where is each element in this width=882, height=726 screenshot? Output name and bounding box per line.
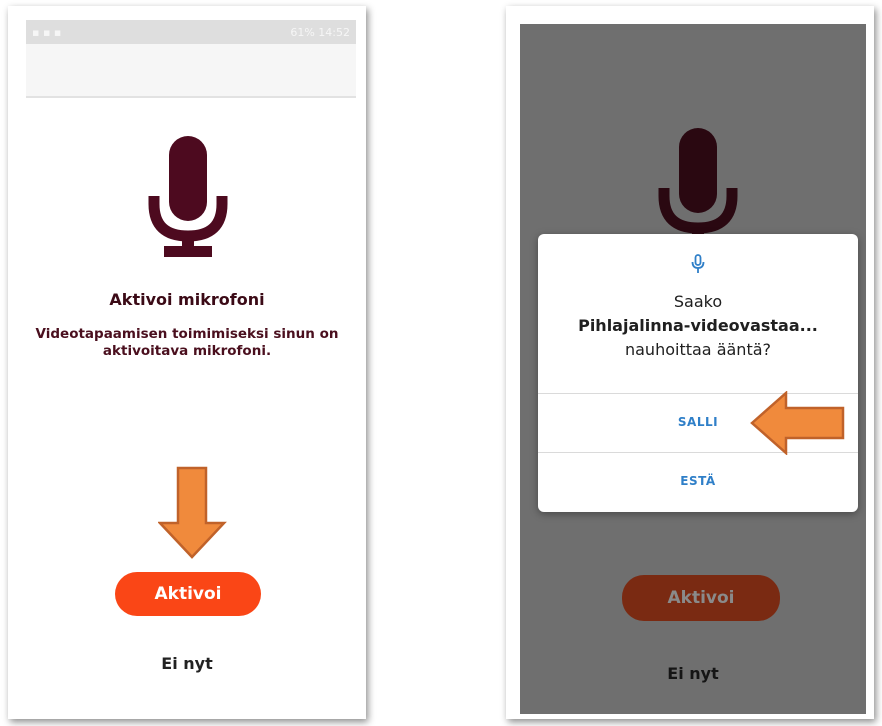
status-time: 14:52 [318, 25, 350, 39]
battery-level: 61% [290, 25, 315, 39]
page-title: Aktivoi mikrofoni [109, 290, 265, 309]
divider [26, 96, 356, 98]
description-line2: aktivoitava mikrofoni. [102, 343, 272, 359]
dialog-line1: Saako [673, 292, 723, 311]
not-now-link-dimmed: Ei nyt [667, 664, 719, 683]
activate-button-dimmed: Aktivoi [622, 575, 780, 621]
permission-dialog: Saako Pihlajalinna-videovastaa... nauhoi… [538, 234, 858, 512]
not-now-link[interactable]: Ei nyt [8, 654, 366, 673]
status-bar: ▪ ▪ ▪ 61% 14:52 [26, 20, 356, 44]
dialog-line3: nauhoittaa ääntä? [624, 340, 772, 359]
down-arrow-callout [158, 466, 227, 559]
app-bar [26, 44, 356, 96]
deny-button[interactable]: ESTÄ [538, 453, 858, 509]
left-arrow-callout [750, 391, 845, 455]
dialog-app-name: Pihlajalinna-videovastaa... [578, 316, 818, 335]
description-line1: Videotapaamisen toimimiseksi sinun on [35, 326, 339, 342]
dialog-message: Saako Pihlajalinna-videovastaa... nauhoi… [538, 290, 858, 362]
status-info: 61% 14:52 [290, 26, 350, 39]
phone-screenshot-right: Aktivoi Ei nyt Saako Pihlajalinna-videov… [506, 6, 874, 719]
phone-screenshot-left: ▪ ▪ ▪ 61% 14:52 Aktivoi mikrofoni Videot… [8, 6, 366, 719]
microphone-icon [148, 136, 228, 257]
microphone-small-icon [691, 254, 705, 273]
notification-icons: ▪ ▪ ▪ [32, 25, 62, 39]
activate-button[interactable]: Aktivoi [115, 572, 261, 616]
